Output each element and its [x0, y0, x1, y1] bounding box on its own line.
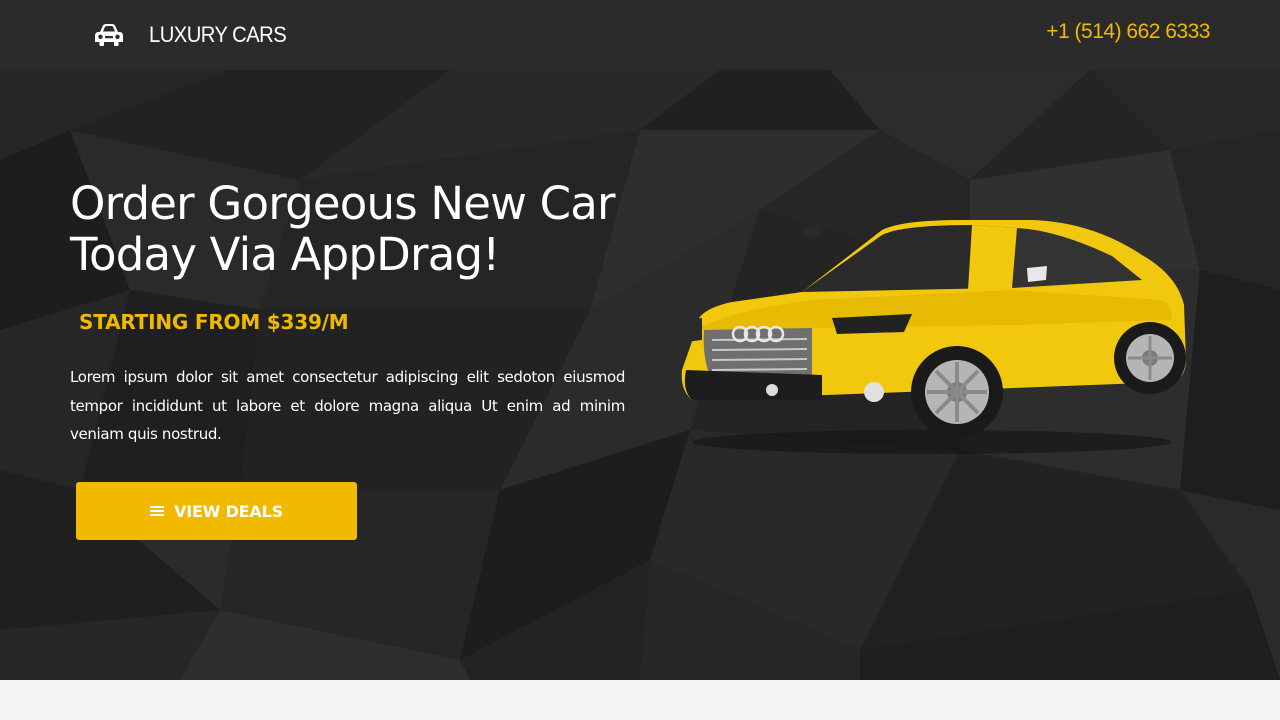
car-icon	[95, 24, 123, 46]
hero-description: Lorem ipsum dolor sit amet consectetur a…	[70, 368, 625, 443]
brand-logo-link[interactable]: LUXURY CARS	[94, 18, 298, 52]
next-section-edge	[0, 680, 1280, 720]
brand-name: LUXURY CARS	[149, 22, 287, 47]
view-deals-button[interactable]: VIEW DEALS	[76, 482, 357, 540]
price-tagline: STARTING FROM $339/M	[79, 310, 349, 334]
yellow-sedan-image	[681, 220, 1186, 454]
hero-section: Order Gorgeous New Car Today Via AppDrag…	[0, 70, 1280, 680]
view-deals-label: VIEW DEALS	[174, 501, 283, 521]
menu-icon	[150, 506, 165, 516]
top-navbar: LUXURY CARS +1 (514) 662 6333	[0, 0, 1280, 70]
hero-headline: Order Gorgeous New Car Today Via AppDrag…	[70, 177, 616, 281]
phone-link[interactable]: +1 (514) 662 6333	[1046, 18, 1210, 46]
